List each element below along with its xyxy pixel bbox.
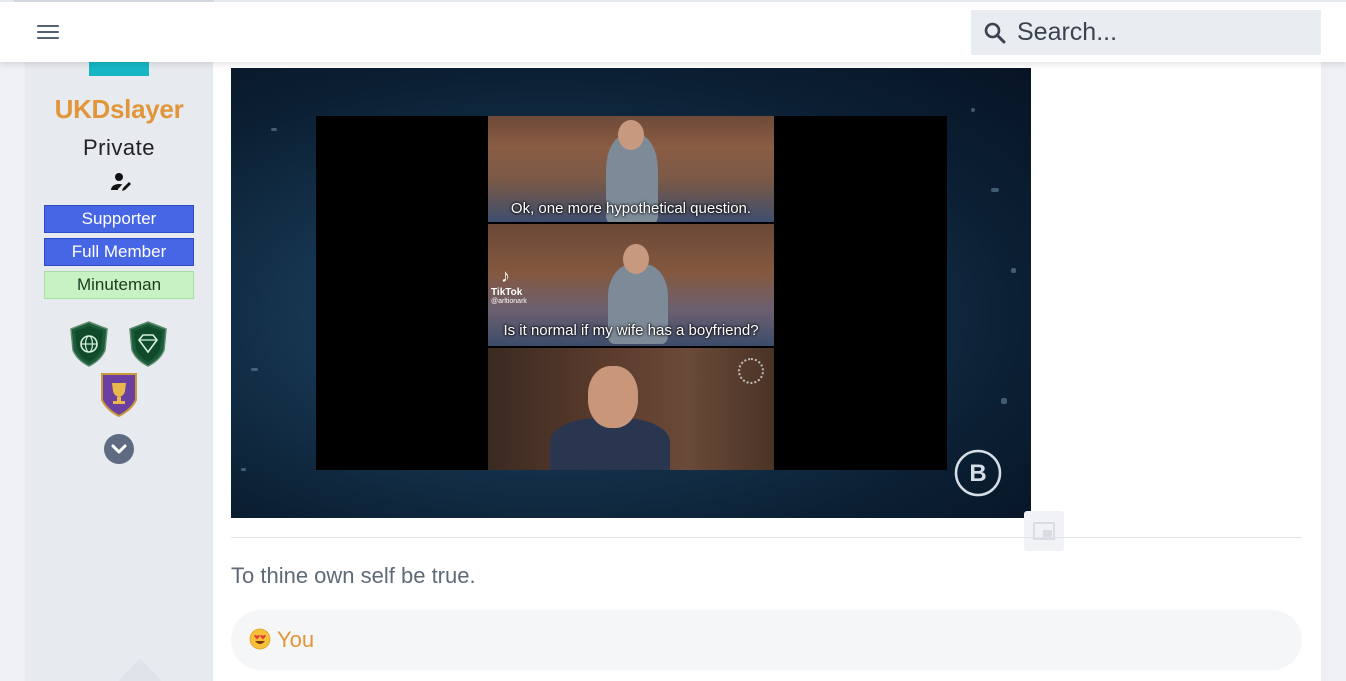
picture-in-picture-icon[interactable] [1024, 511, 1064, 551]
tab-indicator [14, 0, 214, 2]
video-caption-1: Ok, one more hypothetical question. [510, 200, 752, 217]
reaction-users[interactable]: You [277, 627, 314, 653]
post-content: Ok, one more hypothetical question. ♪ Ti… [213, 62, 1321, 681]
signature-divider [231, 537, 1302, 538]
username[interactable]: UKDslayer [25, 94, 213, 125]
search-box[interactable] [971, 10, 1321, 55]
video-caption-2: Is it normal if my wife has a boyfriend? [503, 322, 759, 339]
avatar[interactable] [89, 62, 149, 76]
decorative-shape [118, 658, 162, 681]
user-rank: Private [83, 135, 155, 160]
hamburger-menu-icon[interactable] [37, 24, 61, 42]
user-edit-icon [111, 173, 131, 191]
bitchute-logo-icon: B [954, 449, 1002, 497]
globe-shield-trophy-icon[interactable] [67, 320, 111, 368]
user-signature: To thine own self be true. [231, 563, 476, 588]
cup-shield-trophy-icon[interactable] [97, 370, 141, 418]
chevron-down-icon [111, 444, 127, 454]
badge-supporter: Supporter [44, 205, 194, 233]
svg-text:B: B [969, 460, 986, 487]
page: UKDslayer Private Supporter Full Member … [0, 0, 1346, 681]
tiktok-label: TikTok [491, 287, 523, 298]
heart-eyes-emoji-icon [249, 628, 271, 650]
tiktok-watermark: ♪ TikTok @arltionark [491, 266, 527, 305]
badge-minuteman: Minuteman [44, 271, 194, 299]
video-panel-3 [488, 348, 774, 470]
search-icon [984, 22, 1006, 43]
loading-spinner-icon [738, 358, 764, 384]
user-sidebar: UKDslayer Private Supporter Full Member … [25, 62, 213, 681]
video-frame[interactable]: Ok, one more hypothetical question. ♪ Ti… [316, 116, 947, 470]
video-panel-2: ♪ TikTok @arltionark Is it normal if my … [488, 224, 774, 346]
right-gutter [1321, 62, 1346, 681]
tiktok-icon: ♪ [501, 266, 510, 286]
search-input[interactable] [1017, 18, 1307, 47]
expand-trophies-button[interactable] [104, 434, 134, 464]
reactions-bar[interactable]: You [231, 610, 1302, 670]
top-bar [0, 0, 1346, 62]
tiktok-handle: @arltionark [491, 298, 527, 305]
embedded-video[interactable]: Ok, one more hypothetical question. ♪ Ti… [231, 68, 1031, 518]
badge-full-member: Full Member [44, 238, 194, 266]
video-panel-1: Ok, one more hypothetical question. [488, 116, 774, 222]
diamond-shield-trophy-icon[interactable] [126, 320, 170, 368]
